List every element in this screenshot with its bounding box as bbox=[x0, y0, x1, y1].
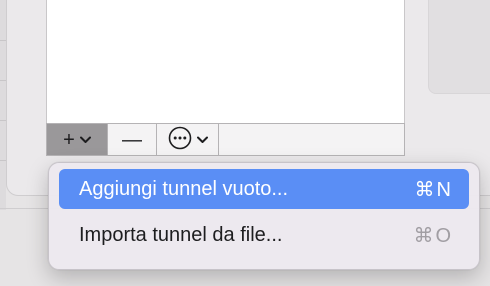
add-tunnel-menu: Aggiungi tunnel vuoto... ⌘N Importa tunn… bbox=[48, 162, 480, 270]
plus-icon: + bbox=[63, 128, 75, 151]
add-tunnel-button[interactable]: + bbox=[47, 124, 108, 155]
menu-item-shortcut: ⌘O bbox=[413, 224, 453, 247]
tunnel-list[interactable] bbox=[46, 0, 405, 124]
ellipsis-circle-icon bbox=[168, 126, 192, 154]
menu-item-shortcut: ⌘N bbox=[414, 178, 453, 201]
menu-item-add-empty-tunnel[interactable]: Aggiungi tunnel vuoto... ⌘N bbox=[59, 169, 469, 209]
chevron-down-icon bbox=[196, 136, 208, 144]
tunnel-list-toolbar: + — bbox=[46, 123, 405, 156]
more-actions-button[interactable] bbox=[157, 124, 219, 155]
tunnel-detail-panel bbox=[428, 0, 490, 94]
minus-icon: — bbox=[122, 128, 142, 151]
remove-tunnel-button[interactable]: — bbox=[108, 124, 157, 155]
app-stage: + — Aggiungi tunnel vuoto... ⌘N Importa … bbox=[0, 0, 490, 286]
chevron-down-icon bbox=[79, 136, 91, 144]
menu-item-import-tunnel-from-file[interactable]: Importa tunnel da file... ⌘O bbox=[59, 215, 469, 255]
menu-item-label: Aggiungi tunnel vuoto... bbox=[79, 177, 289, 200]
menu-item-label: Importa tunnel da file... bbox=[79, 223, 283, 246]
